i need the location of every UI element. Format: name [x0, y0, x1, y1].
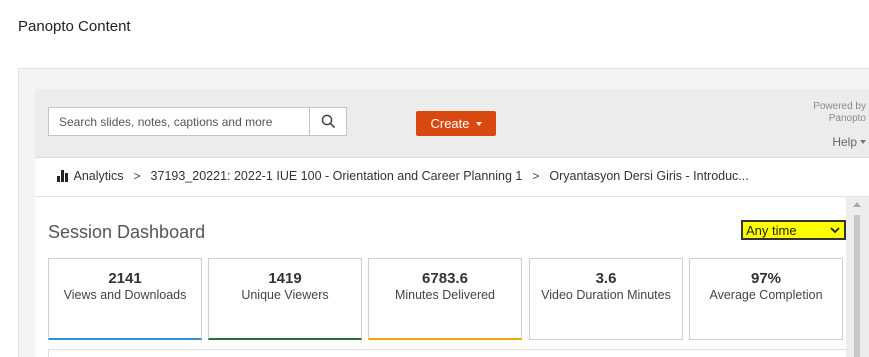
- breadcrumb-bar: Analytics > 37193_20221: 2022-1 IUE 100 …: [35, 158, 869, 197]
- stat-card-minutes-delivered[interactable]: 6783.6 Minutes Delivered: [368, 258, 522, 340]
- create-button-label: Create: [430, 116, 470, 131]
- breadcrumb-analytics[interactable]: Analytics: [74, 169, 124, 183]
- stat-label: Video Duration Minutes: [541, 288, 671, 302]
- powered-by-line-1: Powered by: [813, 101, 866, 112]
- chevron-down-icon: [830, 226, 840, 233]
- breadcrumb: Analytics > 37193_20221: 2022-1 IUE 100 …: [57, 169, 749, 183]
- stat-value: 1419: [268, 270, 302, 287]
- chevron-down-icon: [475, 122, 482, 126]
- stat-card-unique-viewers[interactable]: 1419 Unique Viewers: [208, 258, 362, 340]
- search-box: [48, 107, 347, 136]
- time-filter-select[interactable]: Any time: [741, 220, 846, 240]
- search-input[interactable]: [49, 108, 311, 135]
- scroll-up-icon[interactable]: [853, 202, 861, 207]
- time-filter-value: Any time: [746, 222, 797, 238]
- create-button[interactable]: Create: [416, 111, 496, 136]
- chevron-right-icon: >: [532, 169, 540, 183]
- stat-card-average-completion[interactable]: 97% Average Completion: [689, 258, 843, 340]
- session-dashboard: Session Dashboard Any time 2141 Views an…: [35, 197, 848, 357]
- stat-value: 6783.6: [422, 270, 468, 287]
- chevron-down-icon: [860, 140, 866, 144]
- help-label: Help: [832, 135, 857, 149]
- stat-label: Minutes Delivered: [394, 288, 496, 302]
- chevron-right-icon: >: [133, 169, 141, 183]
- dashboard-title: Session Dashboard: [48, 222, 206, 242]
- breadcrumb-course[interactable]: 37193_20221: 2022-1 IUE 100 - Orientatio…: [151, 169, 523, 183]
- stat-label: Views and Downloads: [63, 288, 187, 302]
- panopto-embed-frame: Create Powered by Panopto Help Analytics…: [18, 68, 869, 357]
- stat-value: 2141: [108, 270, 142, 287]
- vertical-scrollbar[interactable]: [846, 197, 869, 357]
- search-icon: [321, 114, 335, 129]
- page-title: Panopto Content: [18, 18, 131, 35]
- search-button[interactable]: [309, 108, 346, 135]
- stat-card-views[interactable]: 2141 Views and Downloads: [48, 258, 202, 340]
- breadcrumb-session[interactable]: Oryantasyon Dersi Giris - Introduc...: [549, 169, 748, 183]
- bar-chart-icon: [57, 170, 68, 182]
- help-menu[interactable]: Help: [832, 135, 866, 149]
- stat-value: 97%: [750, 270, 782, 287]
- scrollbar-thumb[interactable]: [854, 215, 860, 357]
- powered-by-line-2: Panopto: [828, 113, 866, 124]
- stat-value: 3.6: [595, 270, 617, 287]
- stat-label: Unique Viewers: [241, 288, 329, 302]
- stat-label: Average Completion: [709, 288, 823, 302]
- stat-card-video-duration[interactable]: 3.6 Video Duration Minutes: [529, 258, 683, 340]
- toolbar: Create Powered by Panopto Help: [35, 89, 869, 158]
- powered-by-panopto[interactable]: Powered by Panopto: [813, 101, 866, 125]
